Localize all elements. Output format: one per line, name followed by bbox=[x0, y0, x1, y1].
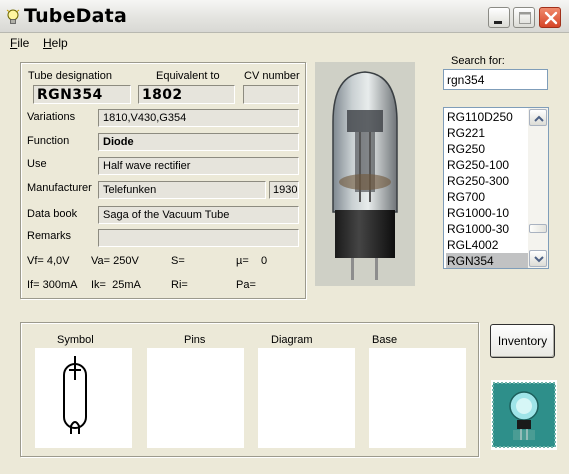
param-ri: Ri= bbox=[171, 279, 188, 291]
use-field[interactable]: Half wave rectifier bbox=[98, 157, 299, 175]
minimize-icon bbox=[494, 21, 502, 24]
param-va: Va= 250V bbox=[91, 255, 139, 267]
scroll-up-button[interactable] bbox=[529, 109, 547, 126]
pins-panel bbox=[147, 348, 244, 448]
use-label: Use bbox=[27, 158, 47, 170]
menu-help-label: elp bbox=[51, 36, 68, 50]
param-vf: Vf= 4,0V bbox=[27, 255, 70, 267]
tubedata-window: TubeData File Help Tube designation Equi… bbox=[0, 0, 569, 474]
list-item[interactable]: RG700 bbox=[446, 189, 528, 205]
list-item[interactable]: RG1000-10 bbox=[446, 205, 528, 221]
list-item[interactable]: RG250-100 bbox=[446, 157, 528, 173]
scroll-down-button[interactable] bbox=[529, 250, 547, 267]
function-field[interactable]: Diode bbox=[98, 133, 299, 151]
param-pa: Pa= bbox=[236, 279, 256, 291]
list-item-selected[interactable]: RGN354 bbox=[446, 253, 528, 268]
manufacturer-field[interactable]: Telefunken bbox=[98, 181, 266, 199]
remarks-label: Remarks bbox=[27, 230, 72, 242]
list-item[interactable]: RG250-300 bbox=[446, 173, 528, 189]
menu-file[interactable]: File bbox=[10, 36, 29, 50]
window-title: TubeData bbox=[24, 5, 127, 27]
list-scrollbar[interactable] bbox=[528, 108, 548, 268]
scroll-thumb[interactable] bbox=[529, 224, 547, 233]
tube-list[interactable]: RG110D250 RG221 RG250 RG250-100 RG250-30… bbox=[443, 107, 549, 269]
menu-help[interactable]: Help bbox=[43, 36, 68, 50]
param-mu: µ= 0 bbox=[236, 255, 268, 267]
minimize-button[interactable] bbox=[488, 7, 510, 28]
search-label: Search for: bbox=[451, 55, 505, 67]
variations-label: Variations bbox=[27, 111, 76, 123]
diagram-panel bbox=[258, 348, 355, 448]
close-button[interactable] bbox=[539, 7, 561, 28]
data-book-field[interactable]: Saga of the Vacuum Tube bbox=[98, 206, 299, 224]
year-field[interactable]: 1930 bbox=[269, 181, 299, 199]
symbol-panel bbox=[35, 348, 132, 448]
chevron-down-icon bbox=[534, 256, 544, 263]
cv-number-field[interactable] bbox=[243, 85, 299, 104]
tube-designation-header: Tube designation bbox=[28, 70, 112, 82]
list-item[interactable]: RG221 bbox=[446, 125, 528, 141]
light-bulb-icon bbox=[6, 9, 20, 24]
list-item[interactable]: RG110D250 bbox=[446, 109, 528, 125]
symbol-header: Symbol bbox=[57, 334, 94, 346]
menu-bar: File Help bbox=[0, 33, 569, 52]
list-item[interactable]: RG250 bbox=[446, 141, 528, 157]
equivalent-header: Equivalent to bbox=[156, 70, 220, 82]
close-icon bbox=[544, 11, 558, 25]
inventory-button[interactable]: Inventory bbox=[490, 324, 555, 358]
data-book-label: Data book bbox=[27, 208, 78, 220]
list-item[interactable]: RG1000-30 bbox=[446, 221, 528, 237]
param-ik: Ik= 25mA bbox=[91, 279, 141, 291]
cv-number-header: CV number bbox=[244, 70, 300, 82]
function-label: Function bbox=[27, 135, 70, 147]
base-header: Base bbox=[372, 334, 398, 346]
list-item[interactable]: RGL4002 bbox=[446, 237, 528, 253]
equivalent-field[interactable]: 1802 bbox=[138, 85, 235, 104]
diode-symbol-icon bbox=[63, 356, 87, 434]
base-panel bbox=[369, 348, 466, 448]
chevron-up-icon bbox=[534, 115, 544, 122]
tube-photo bbox=[315, 62, 415, 286]
diagram-header: Diagram bbox=[271, 334, 313, 346]
search-input[interactable]: rgn354 bbox=[443, 69, 548, 90]
pins-header: Pins bbox=[184, 334, 206, 346]
param-s: S= bbox=[171, 255, 185, 267]
param-if: If= 300mA bbox=[27, 279, 78, 291]
maximize-button[interactable] bbox=[513, 7, 535, 28]
tubedata-logo bbox=[491, 380, 557, 450]
menu-help-accesskey: H bbox=[43, 36, 52, 50]
remarks-field[interactable] bbox=[98, 229, 299, 247]
variations-field[interactable]: 1810,V430,G354 bbox=[98, 109, 299, 127]
manufacturer-label: Manufacturer bbox=[27, 182, 92, 194]
tube-designation-field[interactable]: RGN354 bbox=[33, 85, 131, 104]
menu-file-label: ile bbox=[17, 36, 30, 50]
title-bar[interactable]: TubeData bbox=[0, 0, 569, 33]
maximize-icon bbox=[519, 12, 531, 24]
